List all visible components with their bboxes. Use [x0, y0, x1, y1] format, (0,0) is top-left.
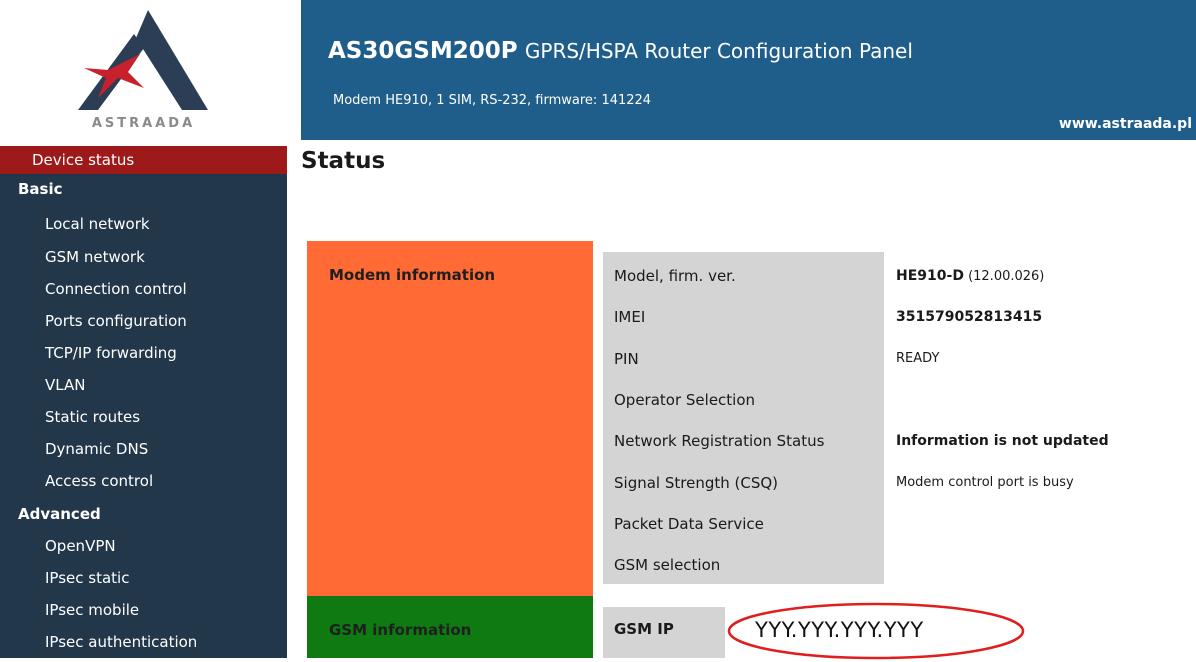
row-label-imei: IMEI — [614, 308, 646, 326]
row-label-gsm-selection: GSM selection — [614, 556, 721, 574]
sidebar-item-device-status[interactable]: Device status — [0, 146, 287, 174]
row-label-signal-strength: Signal Strength (CSQ) — [614, 474, 779, 492]
highlight-ellipse — [727, 602, 1025, 660]
sidebar-item-tcpip-forwarding[interactable]: TCP/IP forwarding — [0, 339, 287, 367]
row-value-pin: READY — [896, 351, 940, 366]
row-label-network-registration: Network Registration Status — [614, 432, 825, 450]
sidebar-item-dynamic-dns[interactable]: Dynamic DNS — [0, 435, 287, 463]
panel-title: AS30GSM200P GPRS/HSPA Router Configurati… — [328, 38, 913, 64]
row-value-signal-strength: Modem control port is busy — [896, 475, 1074, 490]
gsm-information-header: GSM information — [307, 596, 593, 658]
page-title: Status — [301, 148, 386, 174]
panel-title-text: GPRS/HSPA Router Configuration Panel — [524, 39, 913, 63]
sidebar-item-ipsec-static[interactable]: IPsec static — [0, 564, 287, 592]
page-header: AS30GSM200P GPRS/HSPA Router Configurati… — [301, 0, 1196, 140]
row-value-model-name: HE910-D — [896, 268, 964, 284]
sidebar-item-ports-configuration[interactable]: Ports configuration — [0, 307, 287, 335]
sidebar-nav: Device status Basic Local network GSM ne… — [0, 146, 287, 658]
modem-information-header: Modem information — [307, 241, 593, 596]
gsm-information-label: GSM information — [329, 621, 472, 639]
modem-information-label: Modem information — [329, 266, 496, 284]
gsm-ip-label: GSM IP — [614, 620, 674, 638]
sidebar-item-ipsec-mobile[interactable]: IPsec mobile — [0, 596, 287, 624]
device-model: AS30GSM200P — [328, 38, 518, 64]
device-subtitle: Modem HE910, 1 SIM, RS-232, firmware: 14… — [333, 93, 652, 108]
row-value-model-version: (12.00.026) — [963, 269, 1045, 284]
brand-logo: ASTRAADA — [0, 0, 287, 146]
modem-labels-column — [603, 252, 884, 584]
row-label-packet-data-service: Packet Data Service — [614, 515, 764, 533]
sidebar-item-access-control[interactable]: Access control — [0, 467, 287, 495]
row-label-model: Model, firm. ver. — [614, 267, 736, 285]
sidebar-group-advanced: Advanced — [18, 505, 101, 523]
sidebar-item-gsm-network[interactable]: GSM network — [0, 243, 287, 271]
sidebar-item-connection-control[interactable]: Connection control — [0, 275, 287, 303]
row-value-model: HE910-D (12.00.026) — [896, 268, 1044, 284]
logo-text: ASTRAADA — [91, 116, 196, 131]
website-link[interactable]: www.astraada.pl — [1059, 116, 1192, 132]
astraada-logo-icon — [78, 10, 208, 110]
row-value-imei: 351579052813415 — [896, 309, 1043, 325]
sidebar-item-local-network[interactable]: Local network — [0, 210, 287, 238]
sidebar-item-vlan[interactable]: VLAN — [0, 371, 287, 399]
row-value-network-registration: Information is not updated — [896, 433, 1109, 449]
sidebar-group-basic: Basic — [18, 180, 63, 198]
sidebar-item-openvpn[interactable]: OpenVPN — [0, 532, 287, 560]
sidebar-item-static-routes[interactable]: Static routes — [0, 403, 287, 431]
row-label-pin: PIN — [614, 350, 639, 368]
sidebar-item-ipsec-authentication[interactable]: IPsec authentication — [0, 628, 287, 656]
row-label-operator-selection: Operator Selection — [614, 391, 756, 409]
